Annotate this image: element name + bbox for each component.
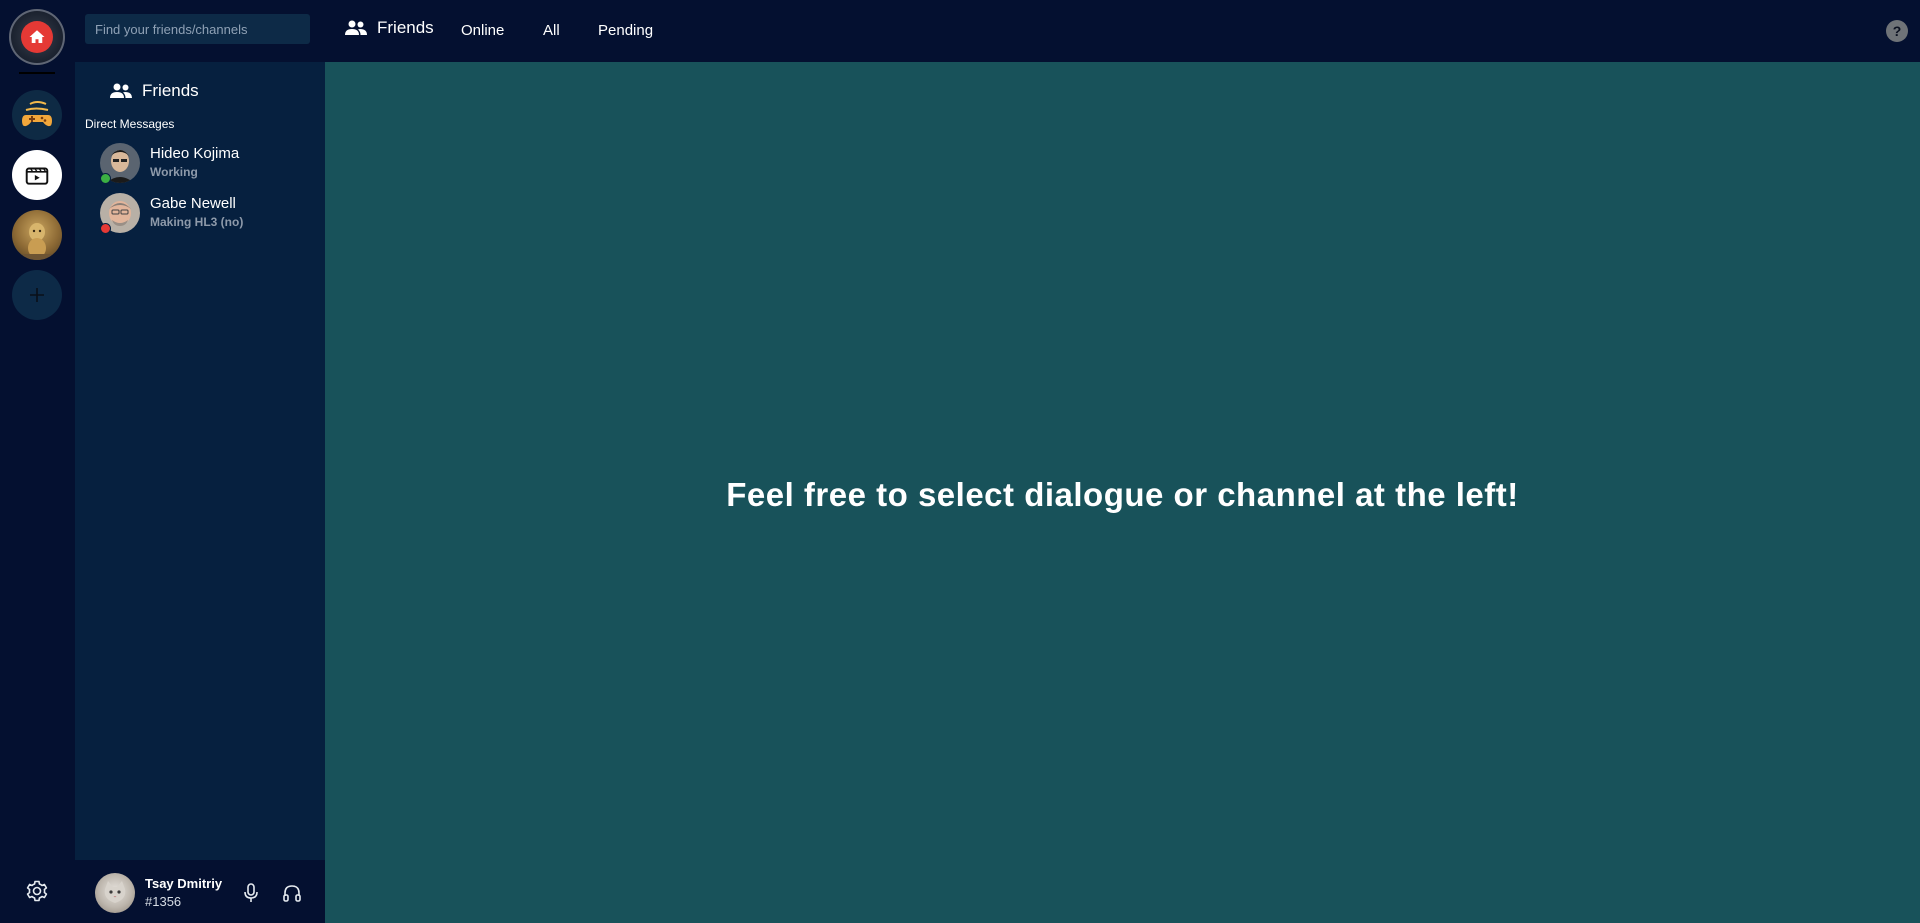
microphone-button[interactable] [240,882,262,904]
add-server-button[interactable] [12,270,62,320]
help-button[interactable]: ? [1886,20,1908,42]
user-panel: Tsay Dmitriy #1356 [75,860,325,923]
home-server-button[interactable] [9,9,65,65]
search-input[interactable] [85,14,310,44]
main-content: Feel free to select dialogue or channel … [325,62,1920,923]
busy-status-dot [100,223,111,234]
settings-button[interactable] [23,877,51,905]
user-name: Tsay Dmitriy [145,876,223,891]
user-tag: #1356 [145,894,182,909]
empty-state-message: Feel free to select dialogue or channel … [726,475,1519,513]
topbar-friends[interactable]: Friends [345,18,434,38]
server-games[interactable] [12,90,62,140]
dm-item-hideo-kojima[interactable]: Hideo Kojima Working [100,141,315,185]
sidebar-friends[interactable]: Friends [110,81,199,101]
friends-icon [345,20,367,35]
tab-all[interactable]: All [543,22,560,39]
sidebar-friends-label: Friends [142,81,199,100]
gamepad-icon [22,101,52,127]
direct-messages-heading: Direct Messages [85,117,175,131]
dm-name: Hideo Kojima [150,145,240,162]
dm-status-text: Working [150,165,198,179]
friends-icon [110,83,132,98]
user-avatar[interactable] [95,873,135,913]
server-video[interactable] [12,150,62,200]
home-icon [21,21,53,53]
dm-status-text: Making HL3 (no) [150,215,244,229]
top-bar: Friends Online All Pending ? [325,0,1920,62]
dm-item-gabe-newell[interactable]: Gabe Newell Making HL3 (no) [100,191,315,235]
server-rail [0,0,74,923]
headphones-icon [283,885,301,902]
dog-avatar [12,223,62,260]
microphone-icon [244,883,258,902]
headphones-button[interactable] [281,882,303,904]
online-status-dot [100,173,111,184]
gear-icon [26,880,48,902]
video-play-icon [25,167,49,185]
plus-icon [30,288,44,302]
tab-online[interactable]: Online [461,22,504,39]
topbar-friends-label: Friends [377,18,434,37]
channel-sidebar: Friends Direct Messages Hideo Kojima Wor… [75,62,325,923]
dm-name: Gabe Newell [150,195,236,212]
tab-pending[interactable]: Pending [598,22,653,39]
server-dog[interactable] [12,210,62,260]
rail-divider [19,72,55,74]
